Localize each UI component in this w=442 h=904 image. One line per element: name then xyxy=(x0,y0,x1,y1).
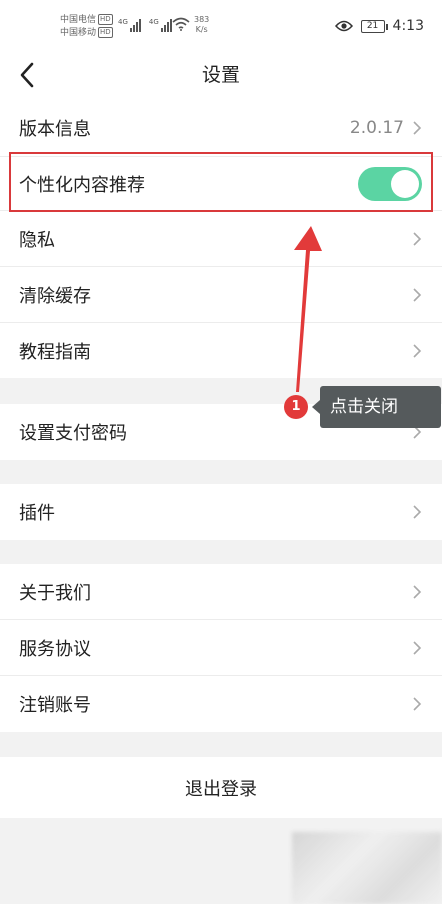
signal-icon: 4G xyxy=(149,18,172,32)
tooltip: 点击关闭 xyxy=(312,386,441,428)
watermark xyxy=(292,832,442,904)
setting-clear-cache[interactable]: 清除缓存 xyxy=(0,267,442,322)
payment-password-label: 设置支付密码 xyxy=(19,423,127,444)
privacy-label: 隐私 xyxy=(19,229,55,251)
setting-cancel-account[interactable]: 注销账号 xyxy=(0,676,442,732)
setting-about[interactable]: 关于我们 xyxy=(0,564,442,619)
battery-icon: 21 xyxy=(360,19,388,33)
chevron-right-icon xyxy=(413,505,422,519)
cancel-account-label: 注销账号 xyxy=(19,695,91,716)
network-speed: 383 K/s xyxy=(194,15,209,35)
network-type-2: 4G xyxy=(148,18,159,26)
clock: 4:13 xyxy=(392,18,424,34)
network-type-1: 4G xyxy=(118,18,128,26)
setting-service-agreement[interactable]: 服务协议 xyxy=(0,620,442,675)
version-value: 2.0.17 xyxy=(349,118,404,138)
chevron-right-icon xyxy=(413,343,422,358)
hd-badge-1: HD xyxy=(98,14,113,25)
speed-unit: K/s xyxy=(195,25,208,34)
plugins-label: 插件 xyxy=(19,503,55,524)
tutorial-label: 教程指南 xyxy=(19,341,91,363)
speed-value: 383 xyxy=(194,15,210,24)
step-badge: 1 xyxy=(284,395,308,419)
page-title: 设置 xyxy=(201,64,240,86)
carrier-info: 中国电信 HD 中国移动 HD xyxy=(60,14,113,40)
setting-version[interactable]: 版本信息 2.0.17 xyxy=(0,100,442,156)
clear-cache-label: 清除缓存 xyxy=(19,285,91,307)
chevron-right-icon xyxy=(413,287,422,302)
eye-icon xyxy=(334,20,353,32)
carrier-2: 中国移动 xyxy=(60,28,97,38)
nav-bar: 设置 xyxy=(0,48,442,100)
status-right: 21 4:13 xyxy=(334,18,424,34)
chevron-right-icon xyxy=(413,231,422,246)
chevron-right-icon xyxy=(413,121,422,135)
setting-plugins[interactable]: 插件 xyxy=(0,484,442,540)
chevron-right-icon xyxy=(413,584,422,599)
status-bar: 中国电信 HD 中国移动 HD 4G 4G 383 K/s 21 4:13 xyxy=(0,0,442,48)
signal-icons: 4G 4G xyxy=(118,18,172,32)
logout-button[interactable]: 退出登录 xyxy=(0,757,442,818)
toggle-knob xyxy=(391,169,419,198)
personalized-toggle[interactable] xyxy=(358,166,422,201)
about-label: 关于我们 xyxy=(19,582,91,604)
wifi-icon xyxy=(172,17,190,31)
chevron-right-icon xyxy=(413,640,422,655)
carrier-1: 中国电信 xyxy=(60,15,97,25)
setting-personalized-recommendation: 个性化内容推荐 xyxy=(0,157,442,210)
setting-tutorial[interactable]: 教程指南 xyxy=(0,323,442,378)
service-label: 服务协议 xyxy=(19,638,91,660)
chevron-right-icon xyxy=(413,697,422,711)
personalized-label: 个性化内容推荐 xyxy=(19,174,145,196)
version-label: 版本信息 xyxy=(19,119,91,140)
hd-badge-2: HD xyxy=(98,27,113,38)
logout-label: 退出登录 xyxy=(185,778,257,800)
setting-privacy[interactable]: 隐私 xyxy=(0,211,442,266)
signal-icon: 4G xyxy=(118,18,141,32)
